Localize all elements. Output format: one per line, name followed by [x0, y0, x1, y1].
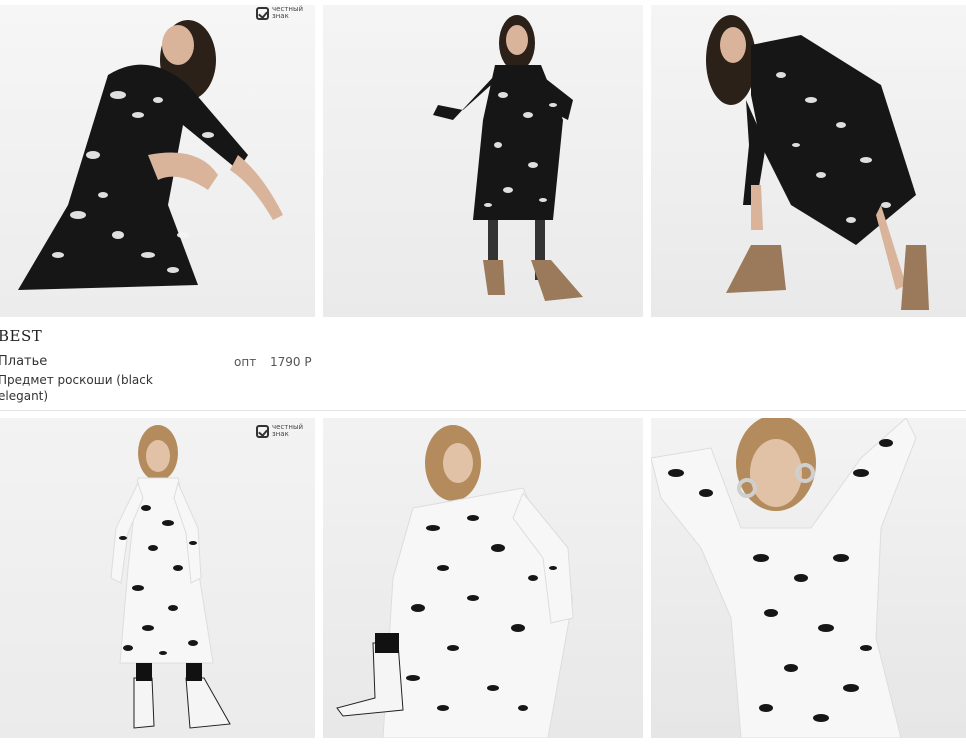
price-type-label: опт [234, 355, 257, 369]
product-description[interactable]: Предмет роскоши (black elegant) [0, 372, 168, 404]
product-photo-5[interactable] [323, 418, 643, 738]
honest-sign-badge: честный знак [256, 6, 303, 20]
row-divider [0, 410, 966, 411]
model-white-dress-sitting-illustration [336, 425, 574, 738]
product-brand: BEST [0, 327, 43, 345]
product-photo-1[interactable] [0, 5, 315, 317]
product-photo-3[interactable] [651, 5, 966, 317]
model-white-dress-closeup-illustration [651, 418, 917, 738]
product-price: 1790 Р [270, 355, 312, 369]
model-crouching-illustration [18, 20, 283, 290]
honest-sign-line2: знак [272, 12, 289, 20]
product-name[interactable]: Платье [0, 354, 47, 369]
honest-sign-icon [256, 6, 269, 20]
product-photo-4[interactable] [0, 418, 315, 738]
catalog-page: честный знак BEST Платье Предмет роскоши… [0, 0, 966, 756]
honest-sign-badge-2: честный знак [256, 424, 303, 438]
model-leaning-illustration [706, 15, 929, 310]
model-standing-illustration [433, 15, 583, 301]
honest-sign-icon [256, 424, 269, 438]
product-photo-6[interactable] [651, 418, 966, 738]
honest-sign-line2: знак [272, 430, 289, 438]
product-photo-2[interactable] [323, 5, 643, 317]
model-white-dress-standing-illustration [110, 425, 231, 729]
